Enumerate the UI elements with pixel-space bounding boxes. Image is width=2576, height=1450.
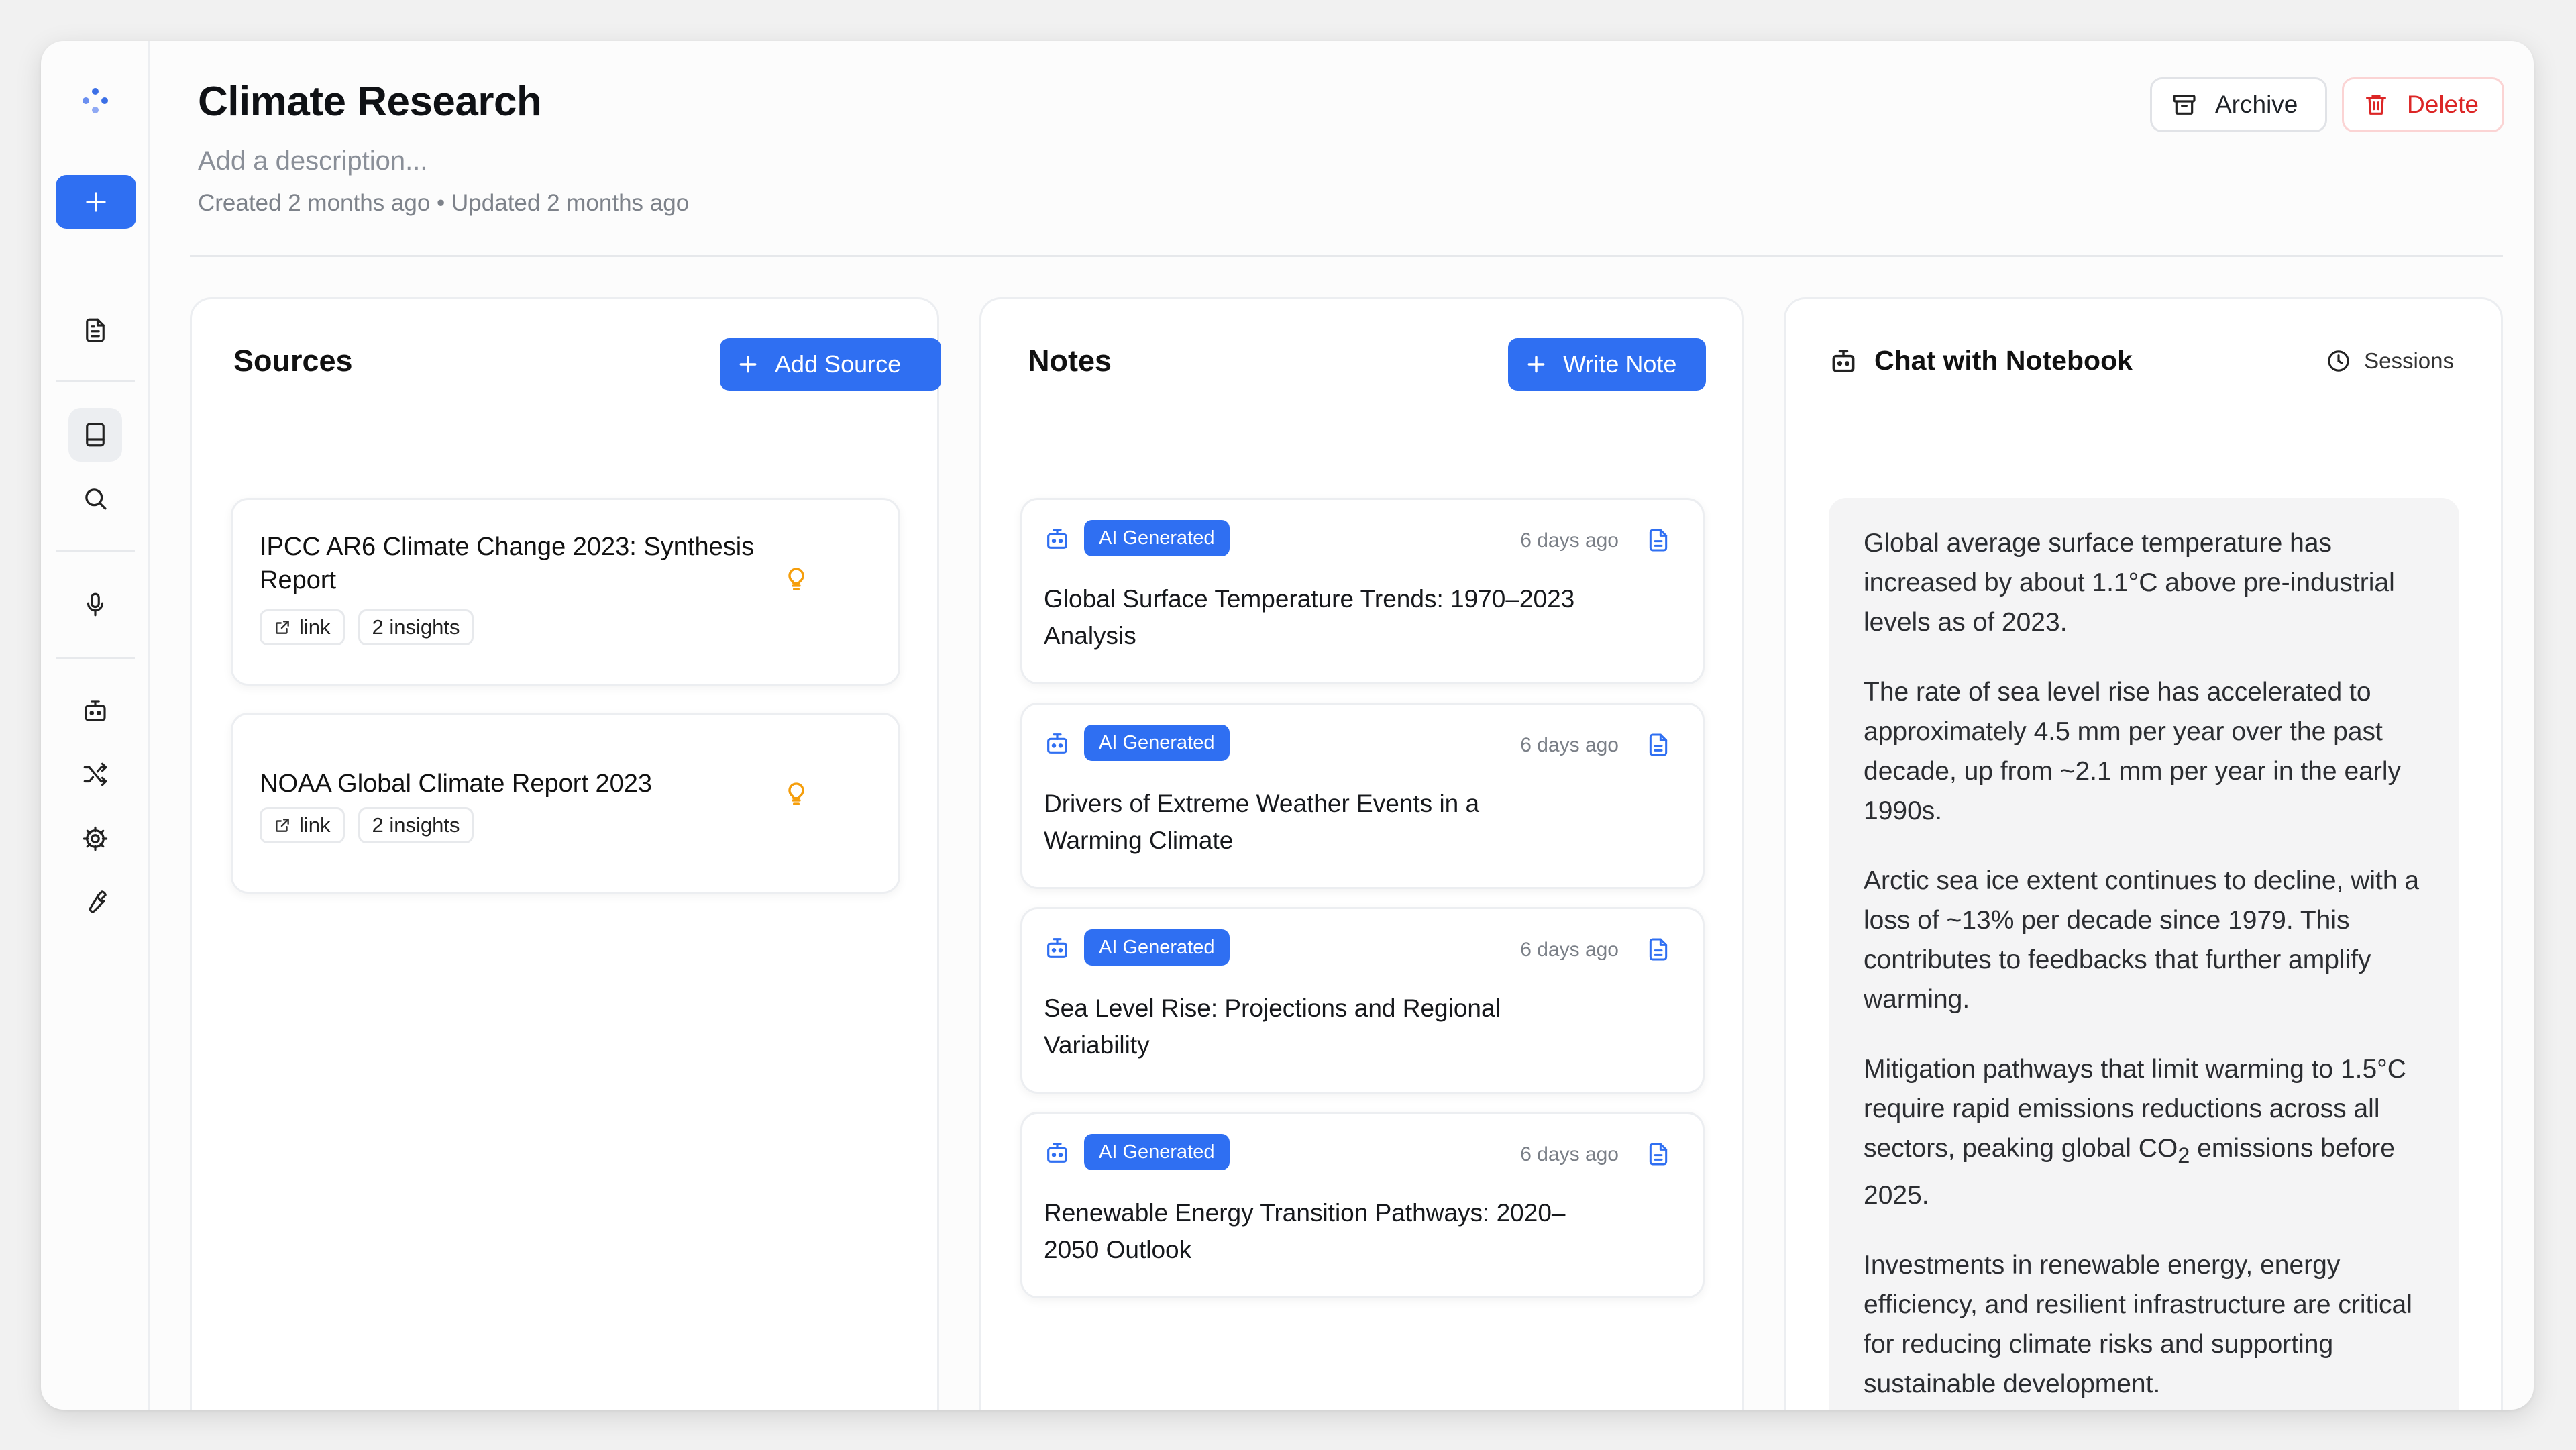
chat-panel: Chat with Notebook Sessions Global avera… — [1784, 297, 2503, 1410]
note-title: Global Surface Temperature Trends: 1970–… — [1044, 585, 1575, 650]
chat-paragraph: Mitigation pathways that limit warming t… — [1864, 1049, 2424, 1215]
note-title: Sea Level Rise: Projections and Regional… — [1044, 994, 1501, 1059]
sessions-button[interactable]: Sessions — [2325, 348, 2454, 374]
subscript: 2 — [2178, 1143, 2190, 1168]
insights-count: 2 insights — [372, 615, 460, 639]
plus-icon — [1525, 354, 1547, 375]
note-title: Renewable Energy Transition Pathways: 20… — [1044, 1199, 1566, 1263]
page-title[interactable]: Climate Research — [198, 78, 542, 125]
robot-icon — [1044, 1139, 1071, 1166]
lightbulb-icon[interactable] — [783, 780, 810, 807]
note-timestamp: 6 days ago — [1520, 529, 1619, 552]
chat-message: Global average surface temperature has i… — [1829, 498, 2459, 1410]
note-card[interactable]: AI Generated 6 days ago Sea Level Rise: … — [1020, 907, 1705, 1094]
lightbulb-icon[interactable] — [783, 566, 810, 592]
delete-button[interactable]: Delete — [2342, 77, 2504, 132]
chat-paragraph: The rate of sea level rise has accelerat… — [1864, 678, 2401, 825]
add-source-label: Add Source — [775, 350, 902, 378]
wrench-icon[interactable] — [68, 875, 122, 929]
robot-icon — [1044, 935, 1071, 962]
source-title: IPCC AR6 Climate Change 2023: Synthesis … — [260, 533, 755, 594]
app-window: Climate Research Add a description... Cr… — [41, 41, 2534, 1410]
robot-icon — [1044, 730, 1071, 757]
timestamps: Created 2 months ago • Updated 2 months … — [198, 190, 690, 216]
document-icon[interactable] — [1645, 730, 1672, 760]
archive-button[interactable]: Archive — [2150, 77, 2327, 132]
robot-icon — [1829, 346, 1858, 376]
gear-icon[interactable] — [68, 812, 122, 866]
new-notebook-button[interactable] — [56, 175, 136, 229]
source-title: NOAA Global Climate Report 2023 — [260, 770, 653, 798]
note-card[interactable]: AI Generated 6 days ago Global Surface T… — [1020, 498, 1705, 684]
link-label: link — [299, 615, 331, 639]
trash-icon — [2363, 91, 2390, 118]
delete-label: Delete — [2407, 91, 2479, 118]
robot-icon — [1044, 525, 1071, 552]
ai-generated-badge: AI Generated — [1084, 929, 1230, 966]
archive-label: Archive — [2215, 91, 2298, 118]
ai-generated-badge: AI Generated — [1084, 725, 1230, 761]
sidebar — [41, 41, 150, 1410]
external-link-icon — [274, 817, 291, 834]
robot-icon[interactable] — [68, 684, 122, 737]
plus-icon — [737, 354, 759, 375]
sources-title: Sources — [233, 344, 353, 378]
search-icon[interactable] — [68, 472, 122, 525]
chat-title: Chat with Notebook — [1874, 345, 2133, 376]
description-field[interactable]: Add a description... — [198, 146, 427, 176]
sources-panel: Sources Add Source IPCC AR6 Climate Chan… — [190, 297, 941, 1410]
insights-count: 2 insights — [372, 813, 460, 837]
insights-badge[interactable]: 2 insights — [358, 807, 474, 843]
source-link[interactable]: link — [260, 807, 345, 843]
external-link-icon — [274, 619, 291, 636]
sparkle-logo-icon[interactable] — [74, 80, 116, 121]
document-icon[interactable] — [1645, 935, 1672, 964]
clock-icon — [2325, 348, 2352, 374]
write-note-button[interactable]: Write Note — [1508, 338, 1706, 391]
add-source-button[interactable]: Add Source — [720, 338, 941, 391]
chat-paragraph: Arctic sea ice extent continues to decli… — [1864, 866, 2420, 1014]
shuffle-icon[interactable] — [68, 747, 122, 801]
notes-title: Notes — [1028, 344, 1112, 378]
chat-header: Chat with Notebook — [1829, 345, 2133, 376]
note-card[interactable]: AI Generated 6 days ago Renewable Energy… — [1020, 1112, 1705, 1298]
header-divider — [190, 255, 2503, 257]
sessions-label: Sessions — [2364, 348, 2454, 373]
notebook-icon[interactable] — [68, 408, 122, 462]
insights-badge[interactable]: 2 insights — [358, 609, 474, 645]
plus-icon — [83, 189, 109, 215]
chat-paragraph: Global average surface temperature has i… — [1864, 529, 2395, 637]
ai-generated-badge: AI Generated — [1084, 520, 1230, 556]
note-title: Drivers of Extreme Weather Events in a W… — [1044, 790, 1480, 854]
document-icon[interactable] — [1645, 1139, 1672, 1169]
document-icon[interactable] — [1645, 525, 1672, 555]
document-icon[interactable] — [68, 303, 122, 357]
note-timestamp: 6 days ago — [1520, 939, 1619, 961]
ai-generated-badge: AI Generated — [1084, 1134, 1230, 1170]
note-timestamp: 6 days ago — [1520, 1143, 1619, 1166]
source-card[interactable]: IPCC AR6 Climate Change 2023: Synthesis … — [231, 498, 900, 686]
link-label: link — [299, 813, 331, 837]
source-card[interactable]: NOAA Global Climate Report 2023 link 2 i… — [231, 713, 900, 894]
note-card[interactable]: AI Generated 6 days ago Drivers of Extre… — [1020, 703, 1705, 889]
archive-icon — [2171, 91, 2198, 118]
note-timestamp: 6 days ago — [1520, 734, 1619, 756]
source-link[interactable]: link — [260, 609, 345, 645]
chat-paragraph: Investments in renewable energy, energy … — [1864, 1250, 2412, 1398]
microphone-icon[interactable] — [68, 578, 122, 631]
notes-panel: Notes Write Note AI Generated 6 days ago… — [979, 297, 1744, 1410]
write-note-label: Write Note — [1563, 350, 1677, 378]
